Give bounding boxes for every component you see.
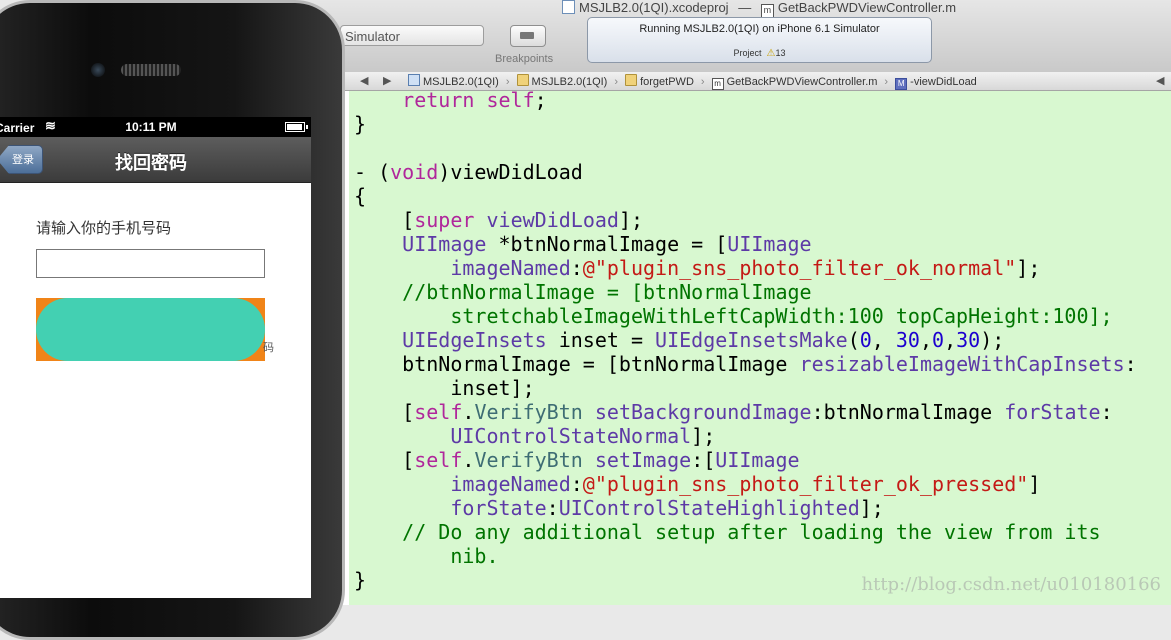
battery-icon [285,122,308,132]
xcode-window: MSJLB2.0(1QI).xcodeproj — m GetBackPWDVie… [300,0,1171,605]
activity-status: Running MSJLB2.0(1QI) on iPhone 6.1 Simu… [639,23,880,35]
code-editor[interactable]: return self; } - (void)viewDidLoad { [su… [349,91,1171,605]
folder-icon [625,74,638,86]
activity-substatus[interactable]: Project ⚠13 [588,48,931,59]
window-title-separator: — [738,0,752,15]
window-title-file: GetBackPWDViewController.m [777,0,957,15]
front-camera-icon [91,63,105,77]
phone-prompt-label: 请输入你的手机号码 [36,220,172,237]
chevron-right-icon: › [700,76,705,88]
warning-count: 13 [775,48,786,58]
breadcrumb-label: MSJLB2.0(1QI) [423,76,499,88]
related-items-arrow-icon[interactable]: ◀ [1156,74,1164,87]
verify-button[interactable] [36,298,265,361]
source-code[interactable]: return self; } - (void)viewDidLoad { [su… [354,91,1137,592]
iphone-simulator: Carrier ≋ 10:11 PM 登录 找回密码 请输入你的手机号码 码 [0,0,345,640]
chevron-right-icon: › [505,76,510,88]
breadcrumb-label: forgetPWD [640,76,694,88]
breadcrumb-item-group[interactable]: MSJLB2.0(1QI) [516,74,608,88]
source-file-icon: m [711,78,724,90]
speaker-grille [121,64,181,76]
project-icon [408,74,420,86]
source-file-icon: m [760,4,774,18]
back-arrow-icon[interactable]: ◀ [360,74,368,87]
project-file-icon [562,0,575,14]
navigation-bar: 登录 找回密码 [0,137,311,183]
breakpoints-label: Breakpoints [495,53,554,65]
window-title-project: MSJLB2.0(1QI).xcodeproj [579,0,729,15]
breadcrumb-label: GetBackPWDViewController.m [726,76,878,88]
status-time: 10:11 PM [125,120,177,134]
breadcrumb: MSJLB2.0(1QI) › MSJLB2.0(1QI) › forgetPWD ›… [408,74,980,90]
breadcrumb-item-file[interactable]: m GetBackPWDViewController.m [711,76,878,90]
chevron-right-icon: › [884,76,889,88]
breadcrumb-item-method[interactable]: M -viewDidLoad [895,76,977,90]
breadcrumb-item-project[interactable]: MSJLB2.0(1QI) [408,74,499,88]
verify-button-title-clipped: 码 [263,342,274,354]
phone-number-input[interactable] [36,249,265,278]
forward-arrow-icon[interactable]: ▶ [383,74,391,87]
breadcrumb-label: -viewDidLoad [910,76,977,88]
breadcrumb-item-folder[interactable]: forgetPWD [625,74,694,88]
jump-bar: ◀ ▶ MSJLB2.0(1QI) › MSJLB2.0(1QI) › forget… [300,72,1171,91]
method-icon: M [895,78,908,90]
folder-icon [516,74,529,86]
page-title: 找回密码 [115,153,187,173]
simulator-screen: Carrier ≋ 10:11 PM 登录 找回密码 请输入你的手机号码 码 [0,117,311,598]
breakpoints-button[interactable] [510,25,546,47]
scheme-selector[interactable]: Simulator [340,25,484,46]
status-bar: Carrier ≋ 10:11 PM [0,117,311,137]
window-title: MSJLB2.0(1QI).xcodeproj — m GetBackPWDVie… [562,0,956,18]
breadcrumb-label: MSJLB2.0(1QI) [531,76,608,88]
verify-button-image [36,298,265,361]
watermark: http://blog.csdn.net/u010180166 [861,574,1162,595]
breakpoint-icon [520,32,534,39]
toolbar: MSJLB2.0(1QI).xcodeproj — m GetBackPWDVie… [300,0,1171,73]
activity-project-label: Project [733,48,762,58]
chevron-right-icon: › [614,76,619,88]
activity-viewer: Running MSJLB2.0(1QI) on iPhone 6.1 Simu… [587,17,932,63]
